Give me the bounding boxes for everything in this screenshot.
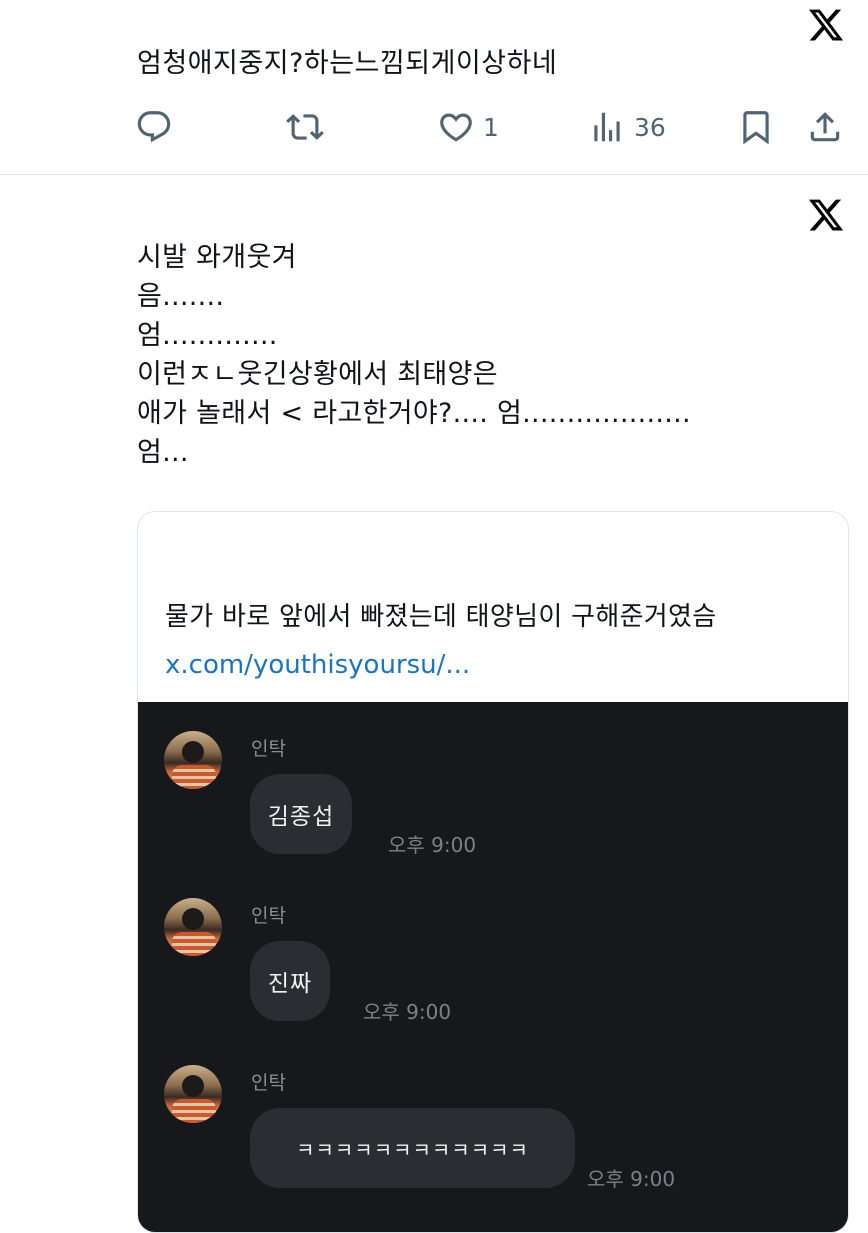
tweet-line: 시발 와개웃겨 [137,242,297,273]
tweet-action-bar: 1 36 [0,100,868,154]
tweet-divider [0,174,868,175]
message-bubble: ㅋㅋㅋㅋㅋㅋㅋㅋㅋㅋㅋㅋ [250,1108,575,1188]
message-bubble: 김종섭 [250,774,352,854]
avatar [164,1065,222,1123]
tweet-line: 음....... [137,281,225,312]
views-button[interactable]: 36 [588,100,666,154]
avatar [164,731,222,789]
bookmark-icon [737,108,775,146]
bookmark-button[interactable] [737,100,775,154]
tweet-line: 애가 놀래서 < 라고한거야?.... 엄................... [137,398,691,429]
sender-name: 인탁 [251,905,286,927]
sender-name: 인탁 [251,1072,286,1094]
heart-icon [437,108,475,146]
views-count: 36 [634,112,666,142]
bar-chart-icon [588,108,626,146]
retweet-button[interactable] [286,100,332,154]
quoted-tweet-text: 물가 바로 앞에서 빠졌는데 태양님이 구해준거였슴 [165,602,717,632]
avatar [164,898,222,956]
like-count: 1 [483,112,499,142]
x-logo-icon [807,6,845,44]
tweet-text: 엄청애지중지?하는느낌되게이상하네 [137,48,558,79]
tweet-line: 엄... [137,437,189,468]
share-icon [806,108,844,146]
retweet-icon [286,108,324,146]
like-button[interactable]: 1 [437,100,499,154]
message-time: 오후 9:00 [388,833,477,857]
message-time: 오후 9:00 [587,1167,676,1191]
tweet-line: 엄............. [137,320,278,351]
tweet-text: 시발 와개웃겨 음....... 엄............. 이런ㅈㄴ웃긴상황… [137,238,691,472]
quoted-tweet-link[interactable]: x.com/youthisyoursu/... [165,647,470,683]
sender-name: 인탁 [251,738,286,760]
x-logo-icon [807,196,845,234]
reply-button[interactable] [135,100,181,154]
comment-icon [135,108,173,146]
message-bubble: 진짜 [250,941,330,1021]
quoted-tweet-card[interactable]: 물가 바로 앞에서 빠졌는데 태양님이 구해준거였슴 x.com/youthis… [137,511,849,1233]
share-button[interactable] [806,100,844,154]
chat-screenshot: 인탁 김종섭 오후 9:00 인탁 진짜 오후 9:00 인탁 ㅋㅋㅋㅋㅋㅋㅋㅋ… [138,702,848,1232]
tweet-line: 이런ㅈㄴ웃긴상황에서 최태양은 [137,359,498,390]
message-time: 오후 9:00 [363,1000,452,1024]
